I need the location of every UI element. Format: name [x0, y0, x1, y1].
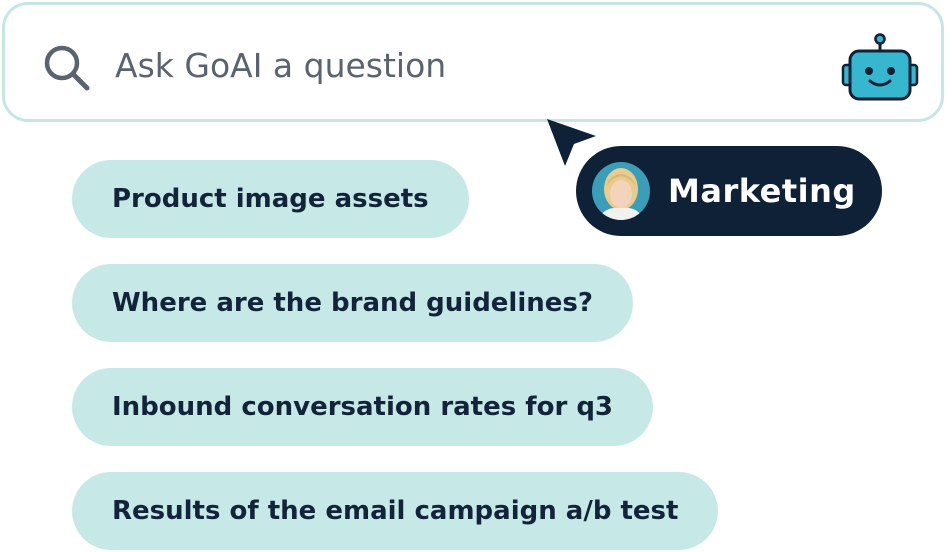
robot-icon[interactable]: [841, 33, 919, 103]
user-tag: Marketing: [576, 146, 882, 236]
suggestion-chip[interactable]: Inbound conversation rates for q3: [72, 368, 654, 446]
avatar: [592, 162, 650, 220]
user-tag-label: Marketing: [668, 172, 856, 210]
suggestion-chip[interactable]: Where are the brand guidelines?: [72, 264, 633, 342]
suggestion-chip[interactable]: Product image assets: [72, 160, 469, 238]
suggestion-chip[interactable]: Results of the email campaign a/b test: [72, 472, 719, 550]
search-bar[interactable]: [2, 2, 944, 122]
search-icon: [44, 45, 90, 91]
search-input[interactable]: [115, 33, 815, 97]
